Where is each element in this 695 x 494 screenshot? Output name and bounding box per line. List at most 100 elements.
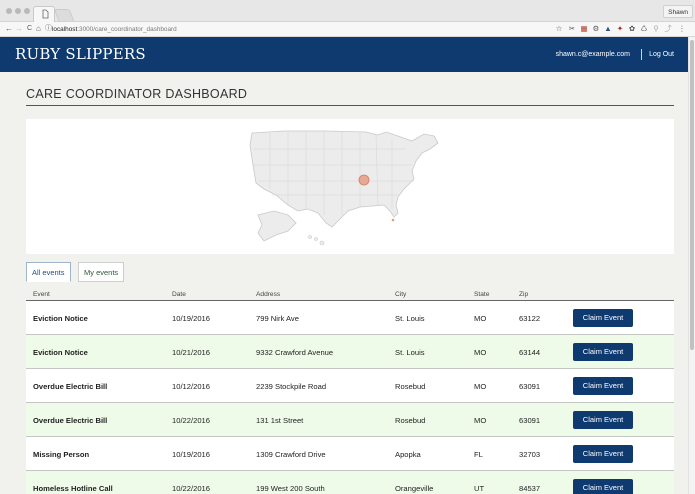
claim-event-button[interactable]: Claim Event [573, 479, 633, 494]
extension-icon-1[interactable]: ✂ [568, 25, 576, 33]
extension-icon-8[interactable]: ⚲ [652, 25, 660, 33]
address-cell: 199 West 200 South [256, 484, 325, 493]
header-event: Event [33, 291, 50, 298]
extension-icon-2[interactable]: ▦ [580, 25, 588, 33]
extension-icon-5[interactable]: ✦ [616, 25, 624, 33]
url-path: :3000/care_coordinator_dashboard [77, 26, 177, 33]
hawaii-shape [308, 235, 325, 246]
zip-cell: 32703 [519, 450, 541, 459]
extension-icon-4[interactable]: ▲ [604, 25, 612, 33]
header-zip: Zip [519, 291, 529, 298]
header-city: City [395, 291, 407, 298]
browser-titlebar: Shawn [0, 0, 695, 22]
tab-my-events[interactable]: My events [78, 262, 125, 282]
user-email: shawn.c@example.com [555, 51, 630, 58]
title-divider [26, 105, 674, 106]
header-state: State [474, 291, 490, 298]
extension-icon-7[interactable]: ♺ [640, 25, 648, 33]
reload-icon[interactable]: C [27, 24, 32, 34]
city-cell: St. Louis [395, 348, 425, 357]
event-cell: Overdue Electric Bill [33, 382, 108, 391]
page-scrollbar-thumb[interactable] [690, 40, 694, 350]
table-header: Event Date Address City State Zip [26, 288, 674, 301]
claim-event-button[interactable]: Claim Event [573, 309, 633, 327]
table-row: Eviction Notice 10/21/2016 9332 Crawford… [26, 335, 674, 369]
date-cell: 10/12/2016 [172, 382, 211, 391]
header-date: Date [172, 291, 186, 298]
table-row: Missing Person 10/19/2016 1309 Crawford … [26, 437, 674, 471]
new-tab-button[interactable] [53, 9, 75, 21]
browser-window: Shawn ← → C ⌂ ⓘ localhost:3000/care_coor… [0, 0, 695, 494]
events-table: Event Date Address City State Zip Evicti… [26, 288, 674, 494]
address-cell: 2239 Stockpile Road [256, 382, 327, 391]
browser-menu-icon[interactable]: ⋮ [678, 25, 686, 33]
forward-icon[interactable]: → [15, 24, 23, 34]
address-cell: 9332 Crawford Avenue [256, 348, 334, 357]
state-cell: MO [474, 416, 487, 425]
state-cell: FL [474, 450, 483, 459]
city-cell: Apopka [395, 450, 421, 459]
table-row: Overdue Electric Bill 10/22/2016 131 1st… [26, 403, 674, 437]
city-cell: Rosebud [395, 382, 426, 391]
alaska-shape [257, 210, 297, 242]
header-address: Address [256, 291, 281, 298]
date-cell: 10/22/2016 [172, 416, 211, 425]
zip-cell: 63091 [519, 382, 541, 391]
claim-event-button[interactable]: Claim Event [573, 343, 633, 361]
event-marker-florida[interactable] [391, 218, 395, 222]
event-cell: Missing Person [33, 450, 90, 459]
close-window-icon[interactable] [6, 8, 12, 14]
events-map[interactable] [26, 119, 674, 254]
address-cell: 799 Nirk Ave [256, 314, 299, 323]
site-info-icon[interactable]: ⓘ [45, 24, 52, 34]
zip-cell: 63122 [519, 314, 541, 323]
city-cell: St. Louis [395, 314, 425, 323]
maximize-window-icon[interactable] [24, 8, 30, 14]
bookmark-star-icon[interactable]: ☆ [555, 25, 563, 33]
profile-button[interactable]: Shawn [663, 5, 693, 18]
extension-icon-9[interactable]: ⤴ [664, 25, 672, 33]
state-cell: MO [474, 314, 487, 323]
extension-icon-6[interactable]: ✿ [628, 25, 636, 33]
zip-cell: 63144 [519, 348, 541, 357]
claim-event-button[interactable]: Claim Event [573, 411, 633, 429]
browser-toolbar: ← → C ⌂ ⓘ localhost:3000/care_coordinato… [0, 22, 695, 37]
state-cell: MO [474, 348, 487, 357]
browser-tab[interactable] [33, 6, 55, 22]
event-cell: Overdue Electric Bill [33, 416, 108, 425]
back-icon[interactable]: ← [5, 24, 13, 34]
zip-cell: 84537 [519, 484, 541, 493]
url-host: localhost [52, 26, 78, 33]
date-cell: 10/21/2016 [172, 348, 211, 357]
state-cell: MO [474, 382, 487, 391]
page-title: CARE COORDINATOR DASHBOARD [26, 87, 248, 101]
address-cell: 1309 Crawford Drive [256, 450, 326, 459]
event-cell: Eviction Notice [33, 348, 88, 357]
state-cell: UT [474, 484, 485, 493]
table-row: Overdue Electric Bill 10/12/2016 2239 St… [26, 369, 674, 403]
date-cell: 10/22/2016 [172, 484, 211, 493]
url-input[interactable]: localhost:3000/care_coordinator_dashboar… [52, 24, 552, 35]
extension-icon-3[interactable]: ⚙ [592, 25, 600, 33]
logout-link[interactable]: Log Out [649, 51, 674, 58]
address-cell: 131 1st Street [256, 416, 304, 425]
zip-cell: 63091 [519, 416, 541, 425]
tab-all-events[interactable]: All events [26, 262, 71, 282]
header-divider [641, 49, 642, 60]
claim-event-button[interactable]: Claim Event [573, 377, 633, 395]
home-icon[interactable]: ⌂ [36, 24, 41, 34]
date-cell: 10/19/2016 [172, 314, 211, 323]
brand-logo[interactable]: RUBY SLIPPERS [15, 45, 146, 63]
event-cell: Homeless Hotline Call [33, 484, 113, 493]
us-map [249, 130, 439, 246]
claim-event-button[interactable]: Claim Event [573, 445, 633, 463]
app-header: RUBY SLIPPERS shawn.c@example.com Log Ou… [0, 37, 688, 72]
event-cluster-marker[interactable] [358, 174, 370, 186]
city-cell: Rosebud [395, 416, 426, 425]
date-cell: 10/19/2016 [172, 450, 211, 459]
page-icon [42, 9, 49, 19]
table-row: Homeless Hotline Call 10/22/2016 199 Wes… [26, 471, 674, 494]
table-row: Eviction Notice 10/19/2016 799 Nirk Ave … [26, 301, 674, 335]
minimize-window-icon[interactable] [15, 8, 21, 14]
city-cell: Orangeville [395, 484, 434, 493]
